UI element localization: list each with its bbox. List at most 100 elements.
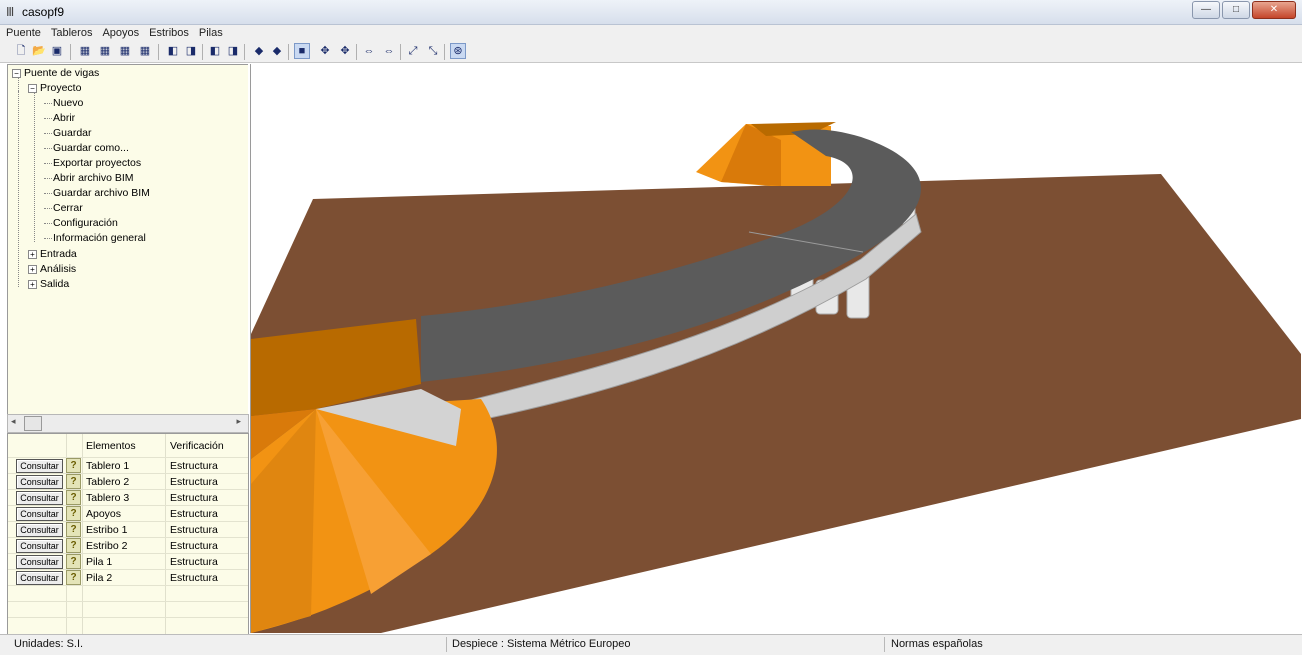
reset-view-icon[interactable]: ⊛ — [450, 43, 466, 59]
help-icon[interactable]: ? — [66, 458, 81, 473]
tree-item-label: Exportar proyectos — [53, 157, 142, 169]
consultar-button[interactable]: Consultar — [16, 491, 63, 505]
expand-icon[interactable]: + — [28, 249, 37, 259]
bridge-3d-viewport[interactable] — [250, 64, 1301, 633]
menu-puente[interactable]: Puente — [0, 25, 45, 39]
cell-verificacion: Estructura — [170, 508, 218, 520]
toolbar-separator — [244, 44, 245, 60]
tree-item-label: Nuevo — [53, 97, 84, 109]
consultar-button[interactable]: Consultar — [16, 507, 63, 521]
table-row: Consultar ? Estribo 2 Estructura — [8, 537, 248, 554]
scroll-right-icon[interactable]: ▸ — [236, 416, 241, 427]
rotate-x-icon[interactable]: ✥ — [318, 44, 332, 58]
open-folder-icon[interactable]: 📂 — [32, 44, 46, 58]
cell-elemento: Pila 2 — [86, 572, 113, 584]
zoom-in-icon[interactable]: ⤢ — [406, 44, 420, 58]
shaded-view-icon[interactable]: ■ — [294, 43, 310, 59]
cell-elemento: Apoyos — [86, 508, 122, 520]
tree-item-guardar-archivo-bim[interactable]: Guardar archivo BIM — [44, 187, 150, 199]
save-icon[interactable]: ▣ — [50, 44, 64, 58]
toolbar-separator — [356, 44, 357, 60]
cell-elemento: Tablero 3 — [86, 492, 130, 504]
help-icon[interactable]: ? — [66, 570, 81, 585]
collapse-icon[interactable]: − — [28, 83, 37, 93]
table-row: Consultar ? Pila 1 Estructura — [8, 553, 248, 570]
table-row-empty — [8, 585, 248, 602]
tree-item-label: Cerrar — [53, 202, 83, 214]
tree-item-guardar[interactable]: Guardar — [44, 127, 92, 139]
tree-item-informacion-general[interactable]: Información general — [44, 232, 146, 244]
tree-item-abrir-archivo-bim[interactable]: Abrir archivo BIM — [44, 172, 134, 184]
close-button[interactable]: ✕ — [1252, 1, 1296, 19]
help-icon[interactable]: ? — [66, 506, 81, 521]
pan-x-icon[interactable]: ⇔ — [362, 44, 376, 58]
consultar-button[interactable]: Consultar — [16, 555, 63, 569]
menu-pilas[interactable]: Pilas — [193, 25, 227, 39]
tree-item-nuevo[interactable]: Nuevo — [44, 97, 83, 109]
cell-verificacion: Estructura — [170, 476, 218, 488]
cell-elemento: Pila 1 — [86, 556, 113, 568]
view-iso-icon[interactable]: ▦ — [138, 44, 152, 58]
tree-item-configuracion[interactable]: Configuración — [44, 217, 118, 229]
solid-view-1-icon[interactable]: ◆ — [252, 44, 266, 58]
toolbar-separator — [444, 44, 445, 60]
status-divider — [446, 637, 447, 652]
table-row-empty — [8, 601, 248, 618]
tree-item-cerrar[interactable]: Cerrar — [44, 202, 83, 214]
cube-view-2-icon[interactable]: ◨ — [184, 44, 198, 58]
consultar-button[interactable]: Consultar — [16, 571, 63, 585]
help-icon[interactable]: ? — [66, 538, 81, 553]
tree-item-abrir[interactable]: Abrir — [44, 112, 75, 124]
elements-grid: Elementos Verificación Consultar ? Table… — [7, 433, 249, 635]
tree-item-entrada[interactable]: + Entrada — [28, 248, 77, 260]
bridge-3d-model — [251, 122, 1301, 633]
project-tree: − Puente de vigas − Proyecto Nuevo Abrir G… — [7, 64, 248, 416]
window-controls: — □ ✕ — [1190, 1, 1296, 19]
menu-tableros[interactable]: Tableros — [45, 25, 97, 39]
consultar-button[interactable]: Consultar — [16, 459, 63, 473]
help-icon[interactable]: ? — [66, 474, 81, 489]
cube-view-3-icon[interactable]: ◧ — [208, 44, 222, 58]
consultar-button[interactable]: Consultar — [16, 523, 63, 537]
toolbar-separator — [158, 44, 159, 60]
consultar-button[interactable]: Consultar — [16, 475, 63, 489]
cube-view-4-icon[interactable]: ◨ — [226, 44, 240, 58]
tree-item-label: Guardar — [53, 127, 92, 139]
tree-item-exportar-proyectos[interactable]: Exportar proyectos — [44, 157, 141, 169]
view-side-icon[interactable]: ▦ — [98, 44, 112, 58]
tree-item-salida[interactable]: + Salida — [28, 278, 69, 290]
collapse-icon[interactable]: − — [12, 68, 21, 78]
new-file-icon[interactable]: 🗋 — [14, 44, 28, 58]
solid-view-2-icon[interactable]: ◆ — [270, 44, 284, 58]
tree-root[interactable]: − Puente de vigas — [12, 67, 99, 79]
help-icon[interactable]: ? — [66, 490, 81, 505]
menu-estribos[interactable]: Estribos — [143, 25, 193, 39]
pan-y-icon[interactable]: ⇔ — [382, 44, 396, 58]
minimize-button[interactable]: — — [1192, 1, 1220, 19]
view-front-icon[interactable]: ▦ — [78, 44, 92, 58]
tree-item-label: Guardar archivo BIM — [53, 187, 150, 199]
tree-item-guardar-como[interactable]: Guardar como... — [44, 142, 129, 154]
expand-icon[interactable]: + — [28, 264, 37, 274]
zoom-out-icon[interactable]: ⤡ — [426, 44, 440, 58]
tree-item-label: Guardar como... — [53, 142, 129, 154]
scrollbar-thumb[interactable] — [24, 416, 42, 431]
expand-icon[interactable]: + — [28, 279, 37, 289]
tree-item-analisis[interactable]: + Análisis — [28, 263, 76, 275]
help-icon[interactable]: ? — [66, 522, 81, 537]
status-despiece: Despiece : Sistema Métrico Europeo — [452, 638, 631, 650]
cube-view-1-icon[interactable]: ◧ — [166, 44, 180, 58]
cell-elemento: Tablero 2 — [86, 476, 130, 488]
tree-item-label: Configuración — [53, 217, 118, 229]
tree-horizontal-scrollbar[interactable]: ◂ ▸ — [7, 414, 249, 433]
view-top-icon[interactable]: ▦ — [118, 44, 132, 58]
tree-item-proyecto[interactable]: − Proyecto — [28, 82, 81, 94]
help-icon[interactable]: ? — [66, 554, 81, 569]
maximize-button[interactable]: □ — [1222, 1, 1250, 19]
rotate-y-icon[interactable]: ✥ — [338, 44, 352, 58]
menu-apoyos[interactable]: Apoyos — [96, 25, 143, 39]
tree-item-label: Entrada — [40, 248, 77, 260]
consultar-button[interactable]: Consultar — [16, 539, 63, 553]
tree-connector — [18, 91, 19, 287]
scroll-left-icon[interactable]: ◂ — [11, 416, 16, 427]
